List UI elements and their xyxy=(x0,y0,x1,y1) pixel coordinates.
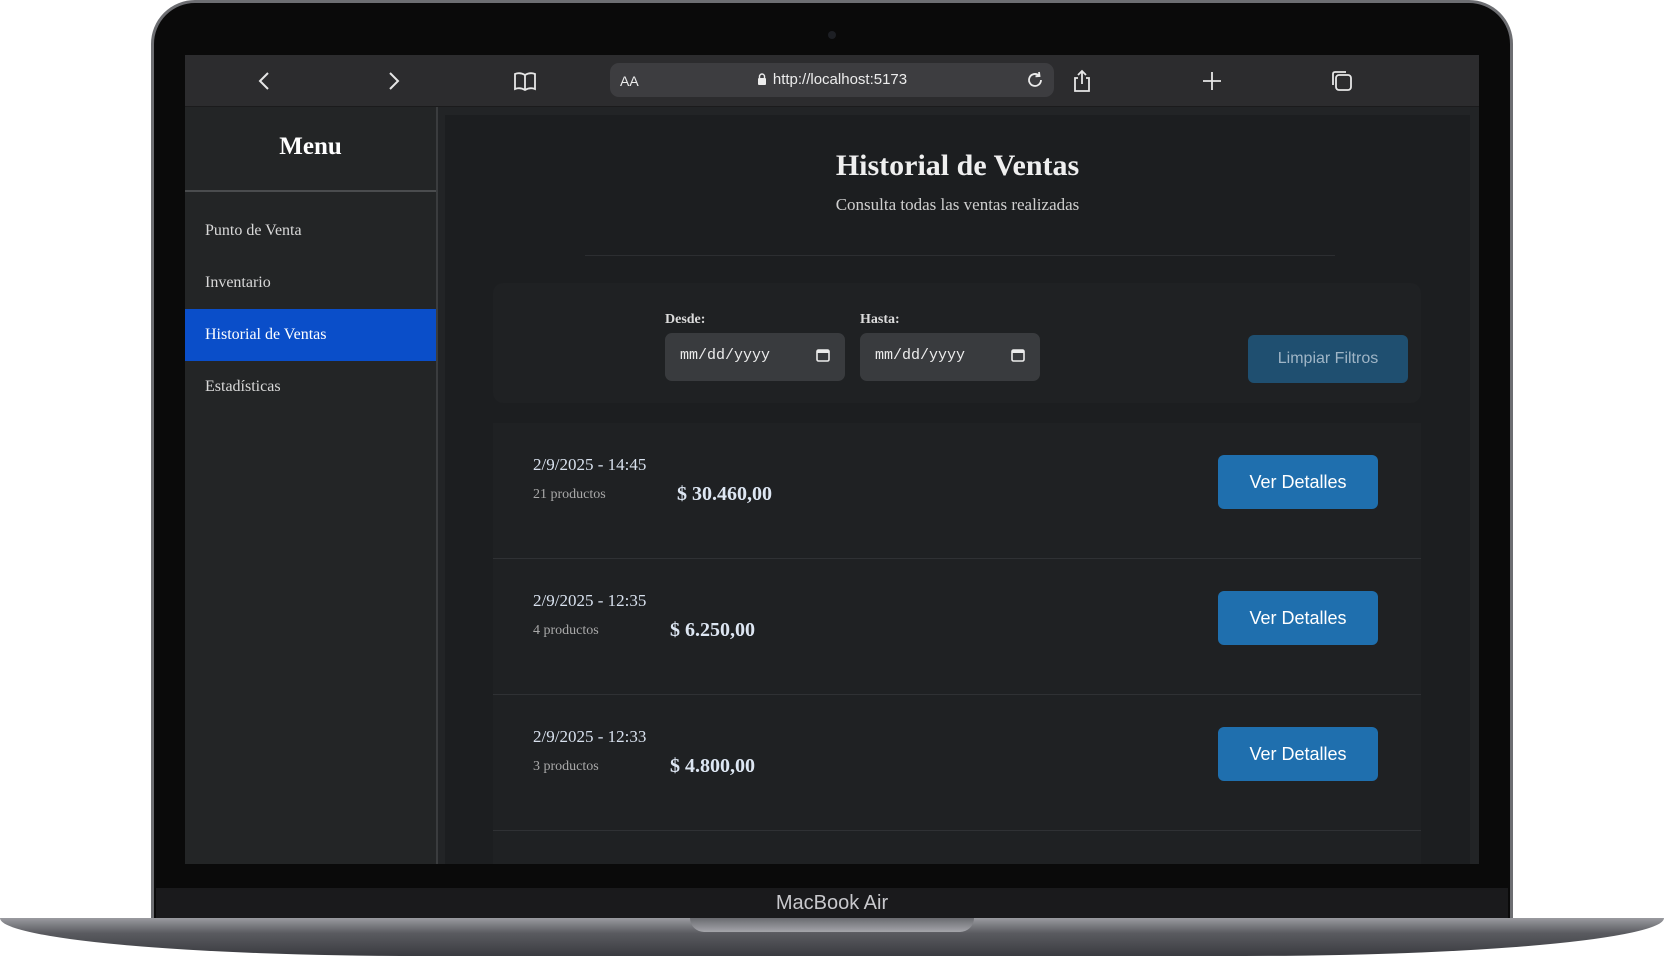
sale-total: $ 30.460,00 xyxy=(677,483,772,505)
sidebar-item-estadisticas[interactable]: Estadísticas xyxy=(185,361,436,413)
view-details-button[interactable]: Ver Detalles xyxy=(1218,591,1378,645)
sale-datetime: 2/9/2025 - 14:45 xyxy=(533,455,647,474)
sale-datetime: 2/9/2025 - 12:35 xyxy=(533,591,647,610)
browser-toolbar: AA http://localhost:5173 xyxy=(185,55,1479,107)
url-display: http://localhost:5173 xyxy=(610,71,1054,88)
back-icon[interactable] xyxy=(252,68,278,94)
to-date-label: Hasta: xyxy=(860,312,900,327)
sidebar-item-inventario[interactable]: Inventario xyxy=(185,257,436,309)
view-details-button[interactable]: Ver Detalles xyxy=(1218,455,1378,509)
page-title: Historial de Ventas xyxy=(835,149,1080,182)
bookmarks-icon[interactable] xyxy=(512,68,538,94)
view-details-button[interactable]: Ver Detalles xyxy=(1218,727,1378,781)
to-date-value: mm/dd/yyyy xyxy=(875,347,966,364)
sale-datetime: 2/9/2025 - 12:33 xyxy=(533,727,647,746)
hinge-notch xyxy=(690,918,974,932)
calendar-icon[interactable] xyxy=(815,347,831,363)
from-date-value: mm/dd/yyyy xyxy=(680,347,771,364)
sidebar-item-historial-de-ventas[interactable]: Historial de Ventas xyxy=(185,309,436,361)
to-date-input[interactable]: mm/dd/yyyy xyxy=(860,333,1040,381)
sale-total: $ 4.800,00 xyxy=(670,755,755,777)
new-tab-icon[interactable] xyxy=(1199,68,1225,94)
browser-window: AA http://localhost:5173 Menu Punto de V… xyxy=(185,55,1479,864)
sale-product-count: 21 productos xyxy=(533,487,606,502)
sidebar-item-punto-de-venta[interactable]: Punto de Venta xyxy=(185,205,436,257)
sale-row: 2/9/2025 - 12:35 4 productos $ 6.250,00 … xyxy=(493,559,1421,695)
header-divider xyxy=(585,255,1335,256)
calendar-icon[interactable] xyxy=(1010,347,1026,363)
sale-row: 2/9/2025 - 12:33 3 productos $ 4.800,00 … xyxy=(493,695,1421,831)
sale-row-partial xyxy=(493,831,1421,864)
camera-icon xyxy=(828,31,836,39)
lock-icon xyxy=(757,73,766,85)
url-text: http://localhost:5173 xyxy=(772,71,908,88)
clear-filters-button[interactable]: Limpiar Filtros xyxy=(1248,335,1408,383)
from-date-label: Desde: xyxy=(665,312,706,327)
forward-icon[interactable] xyxy=(380,68,406,94)
sale-row: 2/9/2025 - 14:45 21 productos $ 30.460,0… xyxy=(493,423,1421,559)
reload-icon[interactable] xyxy=(1024,69,1046,91)
sale-total: $ 6.250,00 xyxy=(670,619,755,641)
device-brand: MacBook Air xyxy=(775,892,889,914)
main-content: Historial de Ventas Consulta todas las v… xyxy=(445,115,1470,864)
sidebar: Menu Punto de Venta Inventario Historial… xyxy=(185,107,438,864)
share-icon[interactable] xyxy=(1069,68,1095,94)
page-subtitle: Consulta todas las ventas realizadas xyxy=(835,195,1080,214)
sale-product-count: 3 productos xyxy=(533,759,599,774)
menu-title: Menu xyxy=(185,107,436,192)
filters-panel: Desde: mm/dd/yyyy Hasta: mm/dd/yyyy Limp… xyxy=(493,283,1421,403)
sales-list: 2/9/2025 - 14:45 21 productos $ 30.460,0… xyxy=(493,423,1421,864)
from-date-input[interactable]: mm/dd/yyyy xyxy=(665,333,845,381)
tabs-overview-icon[interactable] xyxy=(1329,68,1355,94)
sale-product-count: 4 productos xyxy=(533,623,599,638)
address-bar[interactable]: AA http://localhost:5173 xyxy=(610,63,1054,97)
